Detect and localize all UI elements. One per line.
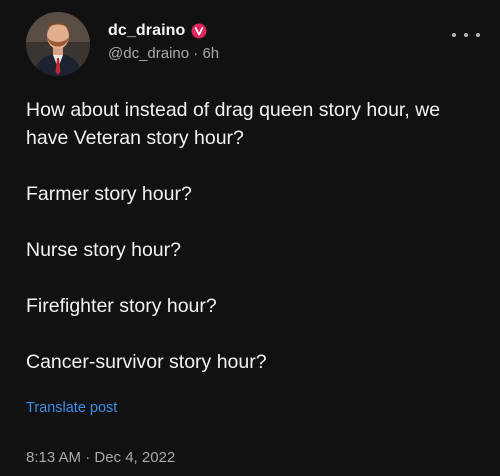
author-name-row: dc_draino [108,22,207,40]
author-display-name[interactable]: dc_draino [108,22,185,40]
avatar[interactable] [26,12,90,76]
more-options-button[interactable] [452,28,480,42]
post-timestamp[interactable]: 8:13 AM · Dec 4, 2022 [26,449,175,466]
post-card: dc_draino @dc_draino · 6h How about inst… [0,0,500,476]
more-horizontal-icon [476,33,480,37]
post-paragraph: Nurse story hour? [26,239,181,261]
more-horizontal-icon [464,33,468,37]
post-paragraph: How about instead of drag queen story ho… [26,99,441,149]
post-paragraph: Farmer story hour? [26,183,192,205]
avatar-image [26,12,90,76]
post-paragraph: Firefighter story hour? [26,295,217,317]
post-body: How about instead of drag queen story ho… [26,96,486,404]
handle-separator: · [189,45,203,62]
relative-time: 6h [202,45,220,62]
author-handle-row: @dc_draino · 6h [108,45,219,62]
more-horizontal-icon [452,33,456,37]
author-handle[interactable]: @dc_draino [108,45,189,62]
post-paragraph: Cancer-survivor story hour? [26,351,267,373]
translate-post-link[interactable]: Translate post [26,400,117,416]
verified-badge-icon [191,23,207,39]
